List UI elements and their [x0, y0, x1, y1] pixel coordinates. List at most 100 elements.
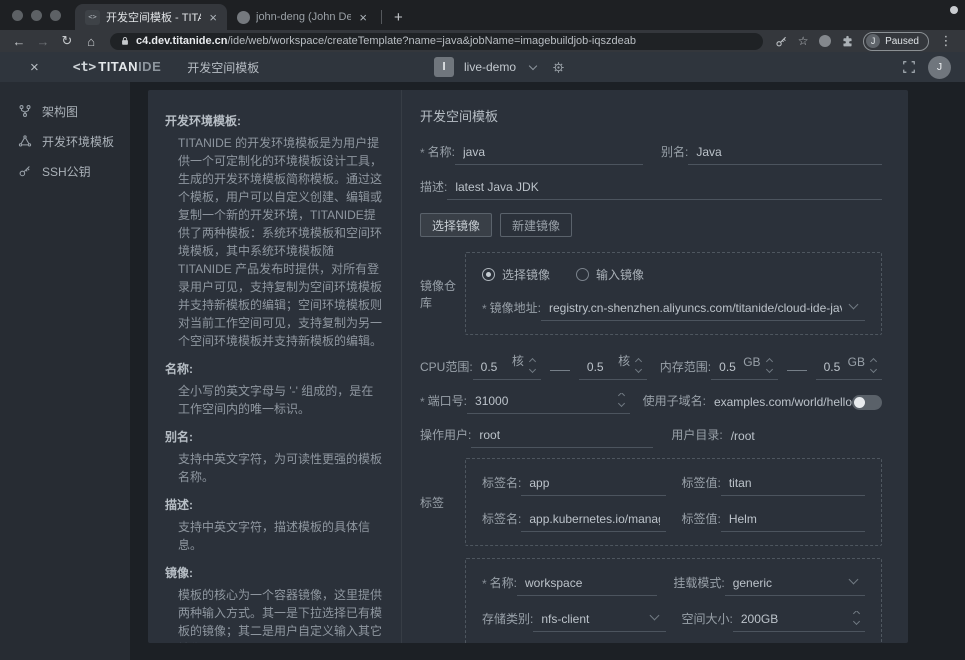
password-key-icon[interactable] [771, 35, 791, 48]
mount-mode-label: 挂载模式: [673, 574, 724, 596]
cpu-min-input[interactable]: 0.5核 [473, 352, 541, 380]
browser-tabstrip: <> 开发空间模板 - TITANIDE × john-deng (John D… [0, 0, 965, 30]
user-dir-value: /root [723, 429, 755, 448]
label-name-input[interactable]: app.kubernetes.io/managed-by [521, 512, 665, 532]
create-image-button[interactable]: 新建镜像 [500, 213, 572, 237]
template-triangle-icon [18, 134, 32, 148]
label-value-label: 标签值: [682, 474, 721, 496]
browser-tab-active[interactable]: <> 开发空间模板 - TITANIDE × [75, 4, 227, 30]
cpu-unit: 核 [512, 352, 524, 374]
extension-circle-icon[interactable] [815, 35, 835, 47]
minimize-window-icon[interactable] [31, 10, 42, 21]
range-dash [550, 370, 570, 371]
doc-heading: 镜像: [165, 564, 385, 581]
description-input[interactable]: latest Java JDK [447, 180, 882, 200]
subdomain-toggle[interactable] [852, 395, 882, 410]
new-tab-button[interactable]: + [386, 9, 411, 30]
tabstrip-dot-icon [950, 6, 958, 14]
size-input[interactable]: 200GB [733, 611, 865, 632]
alias-input[interactable]: Java [688, 145, 882, 165]
browser-tab-github[interactable]: john-deng (John Deng) - GitHu × [227, 4, 377, 30]
form-title: 开发空间模板 [420, 106, 882, 125]
url-domain: c4.dev.titanide.cn [136, 35, 228, 47]
bookmark-star-icon[interactable]: ☆ [793, 34, 813, 48]
stepper-icon[interactable] [854, 611, 859, 626]
radio-select-image[interactable]: 选择镜像 [482, 266, 550, 283]
window-controls[interactable] [0, 0, 75, 30]
required-mark: * [482, 577, 487, 596]
workspace-switcher[interactable]: l live-demo [434, 57, 565, 77]
browser-profile-button[interactable]: J Paused [863, 32, 929, 51]
name-input[interactable]: java [455, 145, 643, 165]
main-area: 开发环境模板: TITANIDE 的开发环境模板是为用户提供一个可定制化的环境模… [130, 82, 965, 660]
radio-label: 输入镜像 [596, 266, 644, 283]
close-window-icon[interactable] [12, 10, 23, 21]
logo-bracket: <t> [73, 60, 96, 75]
tab-title: john-deng (John Deng) - GitHu [256, 11, 351, 23]
label-name-input[interactable]: app [521, 476, 665, 496]
doc-heading: 名称: [165, 360, 385, 377]
sidebar-item-architecture[interactable]: 架构图 [0, 96, 130, 126]
workspace-badge: l [434, 57, 454, 77]
settings-gear-icon[interactable] [552, 61, 565, 74]
lock-icon [120, 35, 130, 47]
sidebar-item-dev-template[interactable]: 开发环境模板 [0, 126, 130, 156]
user-dir-label: 用户目录: [671, 426, 722, 448]
required-mark: * [482, 302, 487, 321]
fullscreen-icon[interactable] [902, 60, 916, 74]
docs-column: 开发环境模板: TITANIDE 的开发环境模板是为用户提供一个可定制化的环境模… [148, 90, 402, 643]
select-image-button[interactable]: 选择镜像 [420, 213, 492, 237]
label-value-input[interactable]: Helm [721, 512, 865, 532]
sync-status: Paused [885, 36, 919, 47]
registry-group-label: 镜像仓库 [420, 277, 465, 311]
stepper-icon[interactable] [767, 359, 772, 374]
registry-group: 选择镜像 输入镜像 * 镜像地址: [465, 252, 882, 335]
radio-input-image[interactable]: 输入镜像 [576, 266, 644, 283]
port-input[interactable]: 31000 [467, 393, 630, 414]
port-label: 端口号: [428, 392, 467, 414]
forward-icon[interactable]: → [32, 34, 54, 49]
browser-menu-icon[interactable]: ⋮ [935, 33, 957, 49]
label-name-label: 标签名: [482, 510, 521, 532]
maximize-window-icon[interactable] [50, 10, 61, 21]
label-value-input[interactable]: titan [721, 476, 865, 496]
memory-max-input[interactable]: 0.5GB [816, 355, 882, 380]
stepper-icon[interactable] [871, 359, 876, 374]
reload-icon[interactable]: ↻ [56, 33, 78, 49]
stepper-icon[interactable] [619, 393, 624, 408]
alias-label: 别名: [661, 143, 688, 165]
close-tab-icon[interactable]: × [357, 11, 369, 24]
branch-icon [18, 104, 32, 118]
name-label: 名称: [428, 143, 455, 165]
memory-unit: GB [848, 355, 865, 374]
back-icon[interactable]: ← [8, 34, 30, 49]
cpu-max-input[interactable]: 0.5核 [579, 352, 647, 380]
image-address-label: 镜像地址: [490, 299, 541, 321]
sidebar-item-label: SSH公钥 [42, 163, 91, 180]
doc-heading: 别名: [165, 428, 385, 445]
user-avatar[interactable]: J [928, 56, 951, 79]
subdomain-label: 使用子域名: [643, 392, 706, 414]
address-bar[interactable]: c4.dev.titanide.cn/ide/web/workspace/cre… [110, 33, 763, 50]
op-user-label: 操作用户: [420, 426, 471, 448]
doc-body: 全小写的英文字母与 '-' 组成的，是在工作空间内的唯一标识。 [178, 382, 385, 418]
titanide-favicon-icon: <> [85, 10, 100, 25]
storage-class-select[interactable]: nfs-client [533, 612, 665, 632]
volume-name-input[interactable]: workspace [517, 576, 657, 596]
form-column: 开发空间模板 * 名称: java 别名: Java 描述: latest Ja… [402, 90, 908, 643]
home-icon[interactable]: ⌂ [80, 34, 102, 49]
stepper-icon[interactable] [530, 359, 535, 374]
image-address-select[interactable]: registry.cn-shenzhen.aliyuncs.com/titani… [541, 301, 865, 321]
close-tab-icon[interactable]: × [207, 11, 219, 24]
toggle-knob [854, 397, 865, 408]
memory-min-input[interactable]: 0.5GB [711, 355, 777, 380]
required-mark: * [420, 395, 425, 414]
profile-avatar: J [866, 34, 880, 48]
stepper-icon[interactable] [636, 359, 641, 374]
close-panel-icon[interactable]: × [30, 59, 39, 76]
op-user-input[interactable]: root [471, 428, 653, 448]
mount-mode-select[interactable]: generic [725, 576, 865, 596]
extensions-puzzle-icon[interactable] [837, 35, 857, 48]
key-icon [18, 164, 32, 178]
sidebar-item-ssh-key[interactable]: SSH公钥 [0, 156, 130, 186]
